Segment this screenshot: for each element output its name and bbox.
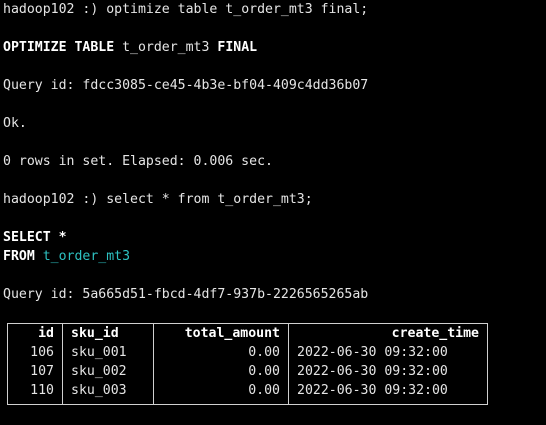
- sql-keyword: OPTIMIZE TABLE: [3, 40, 115, 55]
- command-line-optimize: hadoop102 :) optimize table t_order_mt3 …: [3, 0, 368, 19]
- terminal-window[interactable]: hadoop102 :) optimize table t_order_mt3 …: [0, 0, 546, 425]
- column-header-sku-id: sku_id: [62, 323, 154, 343]
- table-row: 107 sku_002 0.00 2022-06-30 09:32:00: [7, 362, 488, 381]
- table-row: 110 sku_003 0.00 2022-06-30 09:32:00: [7, 381, 488, 405]
- query-echo-select: SELECT *: [3, 228, 67, 247]
- cell-sku-id: sku_001: [62, 343, 154, 362]
- result-table: id sku_id total_amount create_time 106 s…: [7, 323, 488, 405]
- command-text: optimize table t_order_mt3 final;: [106, 2, 369, 17]
- cell-id: 106: [7, 343, 63, 362]
- cell-total-amount: 0.00: [153, 381, 289, 405]
- query-echo-optimize: OPTIMIZE TABLE t_order_mt3 FINAL: [3, 38, 257, 57]
- column-header-id: id: [7, 323, 63, 343]
- column-header-total-amount: total_amount: [153, 323, 289, 343]
- cell-total-amount: 0.00: [153, 362, 289, 381]
- select-star: *: [50, 230, 67, 245]
- column-header-create-time: create_time: [288, 323, 488, 343]
- query-echo-from: FROM t_order_mt3: [3, 247, 130, 266]
- cell-create-time: 2022-06-30 09:32:00: [288, 343, 488, 362]
- table-name: t_order_mt3: [34, 249, 131, 264]
- cell-id: 110: [7, 381, 63, 405]
- table-name: t_order_mt3: [114, 40, 218, 55]
- prompt: hadoop102 :): [3, 192, 107, 207]
- cell-total-amount: 0.00: [153, 343, 289, 362]
- cell-sku-id: sku_003: [62, 381, 154, 405]
- cell-id: 107: [7, 362, 63, 381]
- sql-keyword: FINAL: [217, 40, 258, 55]
- query-id-line: Query id: fdcc3085-ce45-4b3e-bf04-409c4d…: [3, 78, 369, 93]
- elapsed-line: 0 rows in set. Elapsed: 0.006 sec.: [3, 154, 273, 169]
- command-line-select: hadoop102 :) select * from t_order_mt3;: [3, 190, 313, 209]
- query-id-line: Query id: 5a665d51-fbcd-4df7-937b-222656…: [3, 287, 369, 302]
- table-header-row: id sku_id total_amount create_time: [7, 323, 488, 343]
- table-row: 106 sku_001 0.00 2022-06-30 09:32:00: [7, 343, 488, 362]
- status-ok: Ok.: [3, 116, 27, 131]
- prompt: hadoop102 :): [3, 2, 107, 17]
- sql-keyword: FROM: [3, 249, 35, 264]
- cell-create-time: 2022-06-30 09:32:00: [288, 362, 488, 381]
- sql-keyword: SELECT: [3, 230, 51, 245]
- command-text: select * from t_order_mt3;: [106, 192, 313, 207]
- cell-sku-id: sku_002: [62, 362, 154, 381]
- cell-create-time: 2022-06-30 09:32:00: [288, 381, 488, 405]
